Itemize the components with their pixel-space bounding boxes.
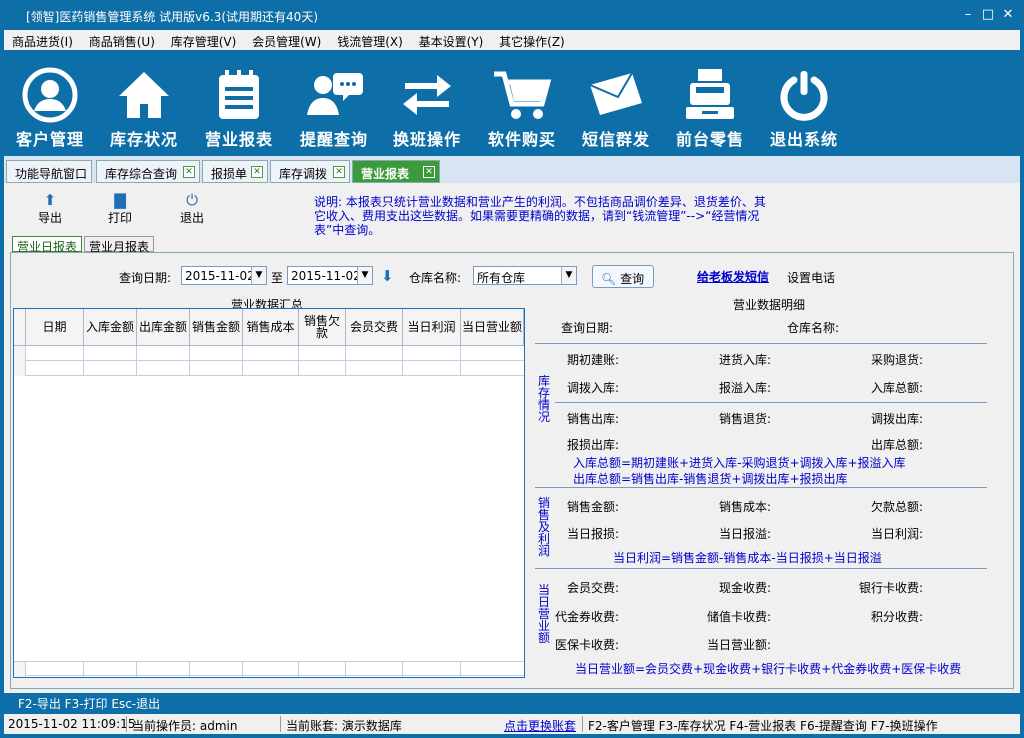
main-panel: ⬆ 导出 ▇ 打印 ⏻ 退出 说明: 本报表只统计营业数据和营业产生的利润。不包… bbox=[4, 183, 1020, 693]
close-icon[interactable]: ✕ bbox=[423, 166, 435, 178]
search-icon: 🔍︎ bbox=[601, 272, 617, 286]
window-title: [领智]医药销售管理系统 试用版v6.3(试用期还有40天) bbox=[26, 10, 318, 24]
warehouse-select[interactable]: 所有仓库 ▼ bbox=[473, 266, 577, 285]
tab-strip: 功能导航窗口 库存综合查询 ✕ 报损单 ✕ 库存调拨 ✕ 营业报表 ✕ bbox=[4, 156, 1020, 183]
list-icon bbox=[193, 64, 285, 126]
col-sales-amount[interactable]: 销售金额 bbox=[190, 309, 243, 346]
date-to-picker[interactable]: 2015-11-02 ▼ bbox=[287, 266, 373, 285]
tab-stock-transfer[interactable]: 库存调拨 ✕ bbox=[270, 160, 350, 183]
sms-boss-link[interactable]: 给老板发短信 bbox=[697, 268, 769, 285]
phone-setting-link[interactable]: 设置电话 bbox=[787, 269, 835, 286]
cart-icon bbox=[476, 64, 568, 126]
printer-icon: ▇ bbox=[114, 191, 126, 209]
col-date[interactable]: 日期 bbox=[26, 309, 84, 346]
status-bar: 2015-11-02 11:09:15 当前操作员: admin 当前账套: 演… bbox=[4, 714, 1020, 734]
toolbar-exit-button[interactable]: 退出系统 bbox=[758, 64, 850, 150]
col-out-amount[interactable]: 出库金额 bbox=[137, 309, 190, 346]
status-account: 当前账套: 演示数据库 bbox=[286, 719, 402, 733]
chevron-down-icon: ▼ bbox=[251, 267, 266, 284]
menu-inventory[interactable]: 库存管理(V) bbox=[163, 30, 241, 50]
power-icon: ⏻ bbox=[186, 191, 198, 209]
menu-settings[interactable]: 基本设置(Y) bbox=[411, 30, 488, 50]
col-member-fee[interactable]: 会员交费 bbox=[346, 309, 403, 346]
mail-icon bbox=[570, 64, 662, 126]
menu-bar: 商品进货(I) 商品销售(U) 库存管理(V) 会员管理(W) 钱流管理(X) … bbox=[4, 30, 1020, 50]
date-from-picker[interactable]: 2015-11-02 ▼ bbox=[181, 266, 267, 285]
col-in-amount[interactable]: 入库金额 bbox=[84, 309, 137, 346]
tab-loss-report[interactable]: 报损单 ✕ bbox=[202, 160, 268, 183]
toolbar-reminder-button[interactable]: 提醒查询 bbox=[288, 64, 380, 150]
toolbar-stock-button[interactable]: 库存状况 bbox=[98, 64, 190, 150]
toolbar: 客户管理 库存状况 营业报表 提醒查询 换班操作 软件购买 短信群发 前台零售 … bbox=[0, 50, 1024, 154]
cash-register-icon bbox=[664, 64, 756, 126]
close-button[interactable]: ✕ bbox=[998, 6, 1018, 24]
menu-sales[interactable]: 商品销售(U) bbox=[81, 30, 159, 50]
switch-account-link[interactable]: 点击更换账套 bbox=[504, 717, 576, 734]
tab-navigation[interactable]: 功能导航窗口 bbox=[6, 160, 92, 183]
close-icon[interactable]: ✕ bbox=[333, 166, 345, 178]
section-revenue: 当日营业额 bbox=[537, 583, 550, 645]
section-profit: 销售及利润 bbox=[537, 496, 550, 558]
chevron-down-icon: ▼ bbox=[357, 267, 372, 284]
col-sales-debt[interactable]: 销售欠款 bbox=[299, 309, 346, 346]
export-button[interactable]: ⬆ 导出 bbox=[30, 191, 70, 226]
status-shortcuts: F2-客户管理 F3-库存状况 F4-营业报表 F6-提醒查询 F7-换班操作 bbox=[588, 719, 938, 733]
menu-members[interactable]: 会员管理(W) bbox=[244, 30, 325, 50]
tab-monthly-report[interactable]: 营业月报表 bbox=[84, 236, 155, 254]
house-icon bbox=[98, 64, 190, 126]
down-arrow-icon[interactable]: ⬇ bbox=[381, 267, 394, 285]
toolbar-buy-button[interactable]: 软件购买 bbox=[476, 64, 568, 150]
toolbar-customer-button[interactable]: 客户管理 bbox=[4, 64, 96, 150]
summary-table[interactable]: 日期 入库金额 出库金额 销售金额 销售成本 销售欠款 会员交费 当日利润 当日… bbox=[13, 308, 525, 678]
query-button[interactable]: 🔍︎ 查询 bbox=[592, 265, 654, 288]
maximize-button[interactable]: □ bbox=[978, 6, 998, 24]
menu-purchase[interactable]: 商品进货(I) bbox=[4, 30, 77, 50]
tab-stock-query[interactable]: 库存综合查询 ✕ bbox=[96, 160, 200, 183]
col-daily-profit[interactable]: 当日利润 bbox=[403, 309, 461, 346]
toolbar-retail-button[interactable]: 前台零售 bbox=[664, 64, 756, 150]
table-footer-row bbox=[14, 661, 524, 677]
report-panel: 查询日期: 2015-11-02 ▼ 至 2015-11-02 ▼ ⬇ 仓库名称: … bbox=[10, 252, 1014, 689]
menu-cashflow[interactable]: 钱流管理(X) bbox=[329, 30, 407, 50]
tab-daily-report[interactable]: 营业日报表 bbox=[12, 236, 83, 254]
close-icon[interactable]: ✕ bbox=[251, 166, 263, 178]
toolbar-sms-button[interactable]: 短信群发 bbox=[570, 64, 662, 150]
title-bar: [领智]医药销售管理系统 试用版v6.3(试用期还有40天) – □ ✕ bbox=[0, 0, 1024, 30]
tab-business-report[interactable]: 营业报表 ✕ bbox=[352, 160, 440, 183]
close-icon[interactable]: ✕ bbox=[183, 166, 195, 178]
toolbar-report-button[interactable]: 营业报表 bbox=[193, 64, 285, 150]
report-note: 说明: 本报表只统计营业数据和营业产生的利润。不包括商品调价差异、退货差价、其它… bbox=[314, 195, 766, 237]
upload-icon: ⬆ bbox=[43, 191, 57, 209]
hotkey-hint-bar: F2-导出 F3-打印 Esc-退出 bbox=[4, 693, 1020, 711]
power-icon bbox=[758, 64, 850, 126]
minimize-button[interactable]: – bbox=[958, 6, 978, 24]
table-row[interactable] bbox=[14, 346, 524, 361]
table-row[interactable] bbox=[14, 361, 524, 376]
chat-icon bbox=[288, 64, 380, 126]
status-operator: 当前操作员: admin bbox=[132, 719, 238, 733]
chevron-down-icon: ▼ bbox=[561, 267, 576, 284]
menu-other[interactable]: 其它操作(Z) bbox=[491, 30, 569, 50]
user-icon bbox=[4, 64, 96, 126]
exit-button[interactable]: ⏻ 退出 bbox=[172, 191, 212, 226]
detail-title: 营业数据明细 bbox=[733, 298, 806, 312]
section-stock: 库存情况 bbox=[537, 374, 550, 424]
col-daily-turnover[interactable]: 当日营业额 bbox=[461, 309, 524, 346]
query-date-label: 查询日期: bbox=[119, 271, 172, 285]
warehouse-label: 仓库名称: bbox=[409, 271, 462, 285]
toolbar-shift-button[interactable]: 换班操作 bbox=[381, 64, 473, 150]
status-datetime: 2015-11-02 11:09:15 bbox=[8, 717, 136, 731]
col-sales-cost[interactable]: 销售成本 bbox=[243, 309, 299, 346]
print-button[interactable]: ▇ 打印 bbox=[100, 191, 140, 226]
swap-icon bbox=[381, 64, 473, 126]
